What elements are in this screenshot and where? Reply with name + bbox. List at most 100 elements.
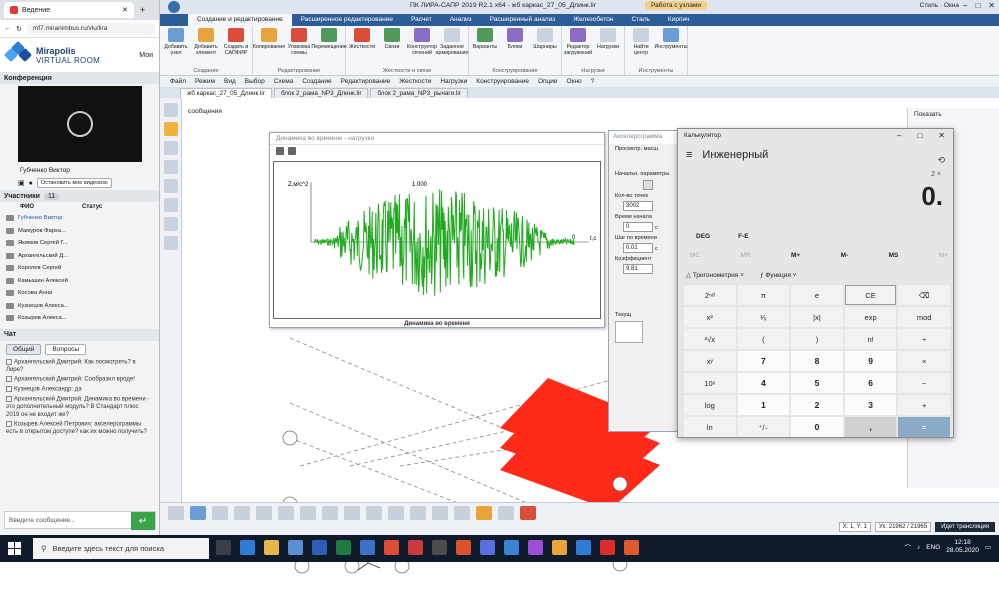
acrobat-icon[interactable] [408, 540, 423, 555]
calc-key[interactable]: xʸ [684, 351, 736, 371]
ribbon-button[interactable]: Копирование [253, 28, 285, 56]
menu-item[interactable]: Окно [567, 78, 582, 85]
menu-item[interactable]: Опции [538, 78, 558, 85]
ribbon-button[interactable]: Шарниры [532, 28, 558, 50]
calc-key[interactable]: ln [684, 417, 736, 437]
close-icon[interactable]: ✕ [122, 6, 128, 14]
browser-tab[interactable]: Ведение ✕ [4, 2, 134, 18]
edge-icon[interactable] [240, 540, 255, 555]
close-icon[interactable]: ✕ [988, 1, 995, 10]
maximize-icon[interactable]: □ [917, 131, 922, 140]
measure-icon[interactable] [344, 506, 360, 520]
camera-icon[interactable]: ▣ [18, 179, 25, 187]
message-checkbox[interactable] [6, 386, 12, 393]
calc-key[interactable]: ) [791, 329, 843, 349]
elements-icon[interactable] [256, 506, 272, 520]
calc-key[interactable]: ( [737, 329, 790, 349]
skype-icon[interactable] [504, 540, 519, 555]
ribbon-tab[interactable]: Кирпич [659, 14, 699, 26]
ribbon-tab[interactable]: Расширенный анализ [481, 14, 565, 26]
minimize-icon[interactable]: – [897, 131, 901, 140]
calc-key[interactable]: + [898, 395, 950, 415]
message-checkbox[interactable] [6, 376, 12, 383]
app-icon[interactable] [624, 540, 639, 555]
ribbon-button[interactable]: Редактор загружений [564, 28, 592, 56]
document-tab[interactable]: блок 2_рама_NP3_рычаги.lir [370, 88, 468, 98]
menu-item[interactable]: Редактирование [341, 78, 391, 85]
pointer-icon[interactable] [190, 506, 206, 520]
rotate-icon[interactable] [163, 217, 178, 231]
current-box[interactable] [615, 321, 643, 343]
ribbon-button[interactable]: Перемещение [311, 28, 347, 56]
ribbon-button[interactable]: Варианты [472, 28, 498, 50]
history-icon[interactable]: ⟲ [937, 155, 945, 166]
clock[interactable]: 12:18 28.05.2020 [946, 539, 979, 555]
ribbon-button[interactable]: Добавить узел [163, 28, 189, 56]
ribbon-tab[interactable]: Создание и редактирование [188, 14, 292, 26]
menu-item[interactable]: Нагрузки [440, 78, 467, 85]
ribbon-button[interactable]: Блоки [502, 28, 528, 50]
memory-button[interactable]: MC [690, 252, 700, 259]
app-icon[interactable] [576, 540, 591, 555]
calc-key[interactable]: ²√x [684, 329, 736, 349]
ribbon-button[interactable]: Добавить элемент [193, 28, 219, 56]
section-icon[interactable] [322, 506, 338, 520]
message-checkbox[interactable] [6, 421, 12, 428]
participant-row[interactable]: Мамуров Фарха... [6, 225, 153, 238]
participant-row[interactable]: Губченко Виктор [6, 212, 153, 225]
menu-item[interactable]: ? [591, 78, 595, 85]
paint-icon[interactable] [476, 506, 492, 520]
calc-key[interactable]: 9 [844, 351, 897, 371]
taskbar-search[interactable]: ⚲ Введите здесь текст для поиска [33, 538, 209, 559]
lang-indicator[interactable]: ENG [926, 544, 940, 551]
participant-row[interactable]: Якимов Сергей Г... [6, 237, 153, 250]
calc-key[interactable]: 0 [791, 417, 843, 437]
brand-side-link[interactable]: Мои [139, 52, 153, 59]
calc-key[interactable]: e [791, 285, 843, 305]
ribbon-tab[interactable]: Расчет [402, 14, 441, 26]
calc-key[interactable]: log [684, 395, 736, 415]
fragment-icon[interactable] [366, 506, 382, 520]
chat-tab-all[interactable]: Общий [6, 343, 42, 355]
participant-row[interactable]: Архангельский Д... [6, 250, 153, 263]
excel-icon[interactable] [336, 540, 351, 555]
calc-key[interactable]: 10ˣ [684, 373, 736, 393]
memory-button[interactable]: MR [741, 252, 751, 259]
deg-button[interactable]: DEG [696, 233, 710, 240]
calc-key[interactable]: 7 [737, 351, 790, 371]
style-menu[interactable]: Стиль · Окна [920, 2, 959, 9]
points-input[interactable]: 3002 [623, 201, 653, 211]
step-input[interactable]: 0.01 [623, 243, 653, 253]
calc-key[interactable]: n! [844, 329, 897, 349]
app-icon[interactable] [600, 540, 615, 555]
search-icon[interactable] [432, 506, 448, 520]
show-icon[interactable] [410, 506, 426, 520]
network-icon[interactable]: ⌒ [904, 542, 911, 552]
calc-key[interactable]: 2ⁿᵈ [684, 285, 736, 305]
address-input[interactable]: mf7.miranimbus.ru/vlu/lira [26, 22, 155, 35]
message-checkbox[interactable] [6, 396, 12, 403]
calc-key[interactable]: 8 [791, 351, 843, 371]
participant-row[interactable]: Камышин Алексей [6, 275, 153, 288]
windows-start-icon[interactable] [8, 542, 21, 555]
calc-key[interactable]: ⁺/₋ [737, 417, 790, 437]
send-button[interactable]: ↵ [131, 512, 155, 530]
ribbon-tab[interactable]: Сталь [623, 14, 659, 26]
calc-key[interactable]: = [898, 417, 950, 437]
calc-key[interactable]: ¹⁄ₓ [737, 307, 790, 327]
notifications-icon[interactable]: ▭ [985, 543, 991, 551]
ribbon-button[interactable]: Конструктор сечений [407, 28, 437, 56]
ribbon-tab[interactable]: Железобетон [564, 14, 622, 26]
ribbon-button[interactable]: Нагрузки [595, 28, 621, 56]
close-icon[interactable]: ✕ [938, 131, 945, 140]
calc-key[interactable]: − [898, 373, 950, 393]
chat-input[interactable]: Введите сообщение... ↵ [4, 511, 156, 530]
menu-item[interactable]: Выбор [245, 78, 265, 85]
ribbon-button[interactable]: Найти центр [628, 28, 654, 56]
text-icon[interactable] [498, 506, 514, 520]
trig-dropdown[interactable]: △ Тригонометрия ˅ [686, 271, 744, 279]
xy-view-icon[interactable] [163, 160, 178, 174]
menu-item[interactable]: Создание [302, 78, 331, 85]
teams-icon[interactable] [480, 540, 495, 555]
yz-view-icon[interactable] [163, 179, 178, 193]
